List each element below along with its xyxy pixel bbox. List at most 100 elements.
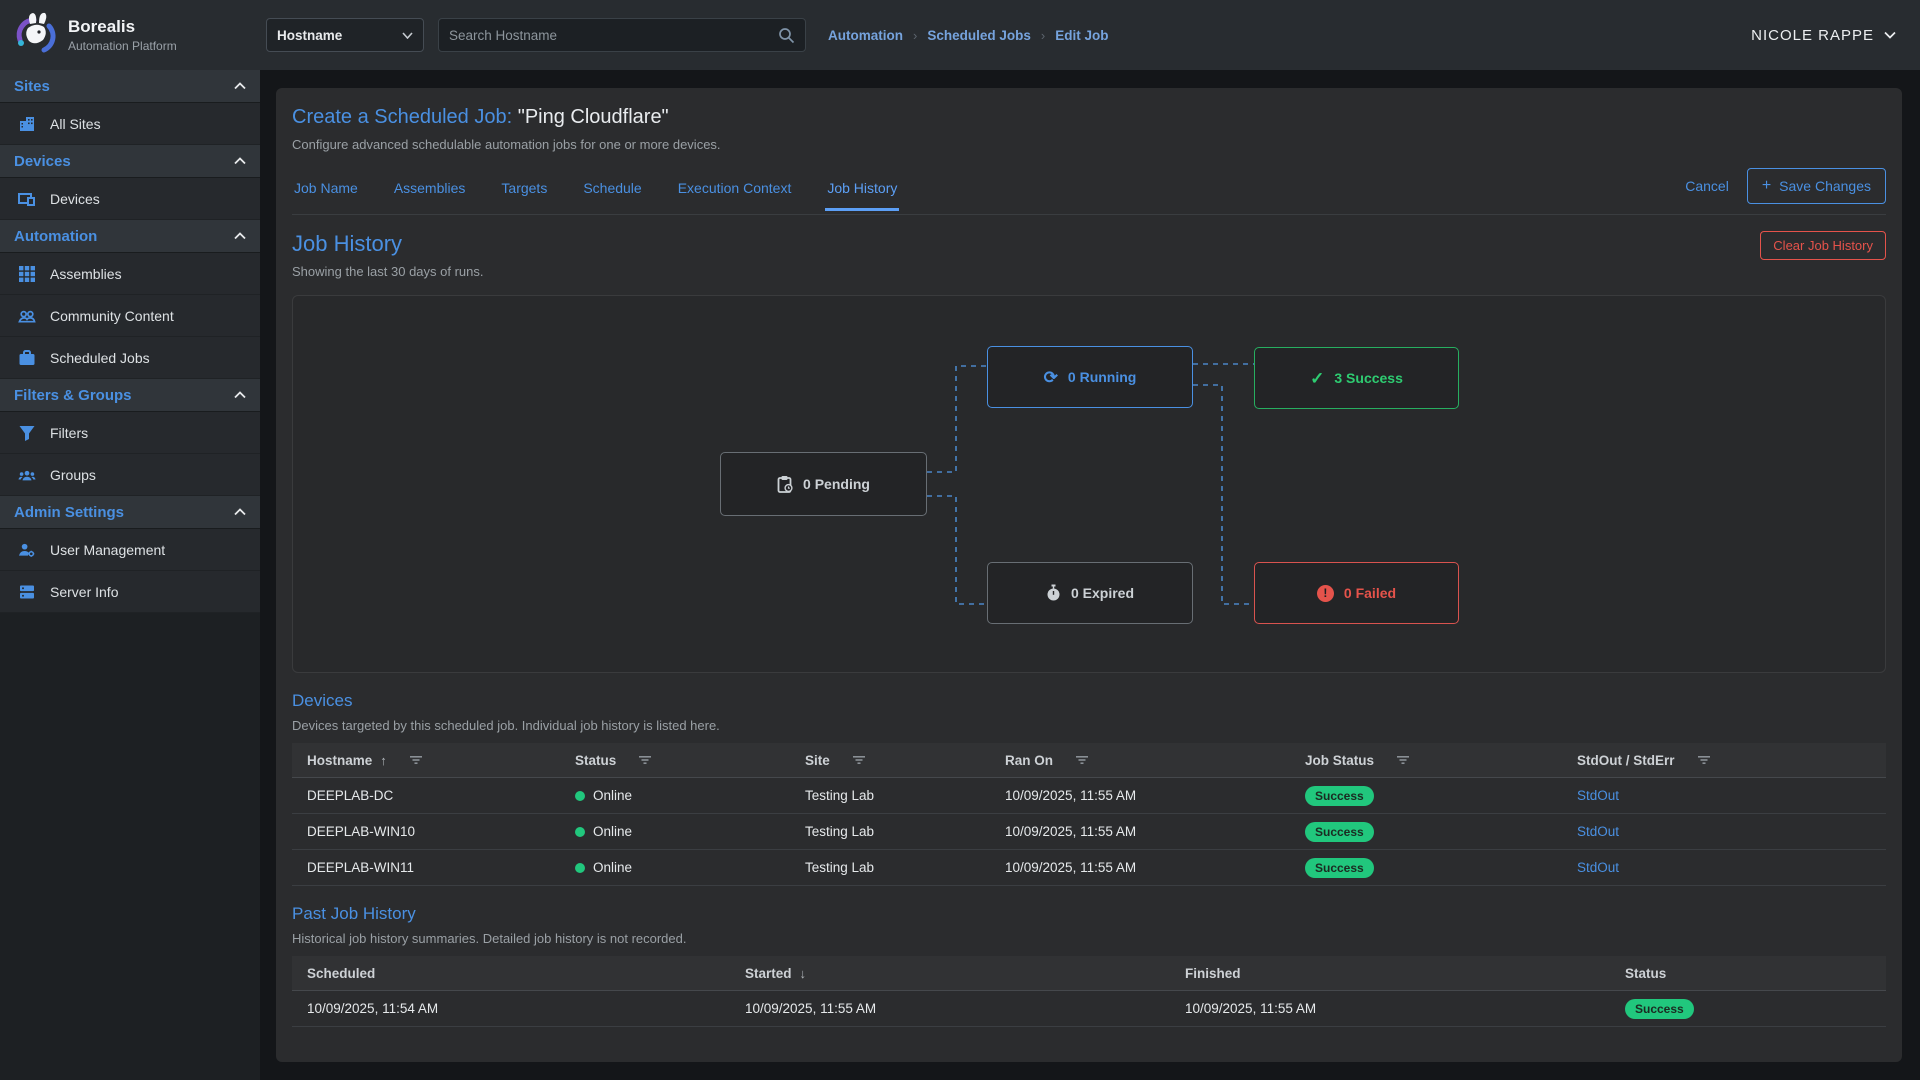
sidebar-item-assemblies[interactable]: Assemblies [0,253,260,295]
status-cell: Online [560,788,790,803]
tab-schedule[interactable]: Schedule [581,172,643,211]
stopwatch-icon [1046,584,1061,602]
cancel-button[interactable]: Cancel [1685,178,1729,194]
devices-heading: Devices [292,691,1886,711]
filter-menu-icon[interactable] [409,755,423,765]
sidebar-item-server-info[interactable]: Server Info [0,571,260,613]
sidebar: Sites All Sites Devices Devices Automa [0,70,260,1080]
hostname-cell: DEEPLAB-WIN11 [292,860,560,875]
table-row: DEEPLAB-WIN11 Online Testing Lab 10/09/2… [292,850,1886,886]
job-status-cell: Success [1290,822,1562,842]
breadcrumb-scheduled-jobs[interactable]: Scheduled Jobs [927,28,1031,43]
tab-job-name[interactable]: Job Name [292,172,360,211]
server-icon [18,583,36,601]
sidebar-section-admin-settings[interactable]: Admin Settings [0,496,260,529]
breadcrumb-automation[interactable]: Automation [828,28,903,43]
col-hostname[interactable]: Hostname ↑ [292,753,560,768]
table-row: DEEPLAB-WIN10 Online Testing Lab 10/09/2… [292,814,1886,850]
brand-area: Borealis Automation Platform [0,0,260,70]
sync-icon: ⟳ [1044,369,1058,386]
sidebar-section-devices[interactable]: Devices [0,145,260,178]
col-site[interactable]: Site [790,753,990,768]
node-success[interactable]: ✓ 3 Success [1254,347,1459,409]
save-changes-button[interactable]: + Save Changes [1747,168,1886,204]
node-pending[interactable]: 0 Pending [720,452,927,516]
past-job-history-heading: Past Job History [292,904,1886,924]
sidebar-item-devices[interactable]: Devices [0,178,260,220]
sidebar-section-automation[interactable]: Automation [0,220,260,253]
col-started[interactable]: Started ↓ [730,966,1170,981]
filter-menu-icon[interactable] [638,755,652,765]
devices-table-header: Hostname ↑ Status Site Ran On [292,743,1886,778]
status-badge: Success [1305,822,1374,842]
page-subtitle: Configure advanced schedulable automatio… [292,137,1886,152]
tab-bar: Job Name Assemblies Targets Schedule Exe… [292,168,1886,215]
job-history-heading: Job History [292,231,484,257]
edit-job-card: Create a Scheduled Job: "Ping Cloudflare… [276,88,1902,1062]
status-badge: Success [1305,858,1374,878]
search-box [438,18,806,52]
node-expired[interactable]: 0 Expired [987,562,1193,624]
brand-subtitle: Automation Platform [68,39,177,53]
stdout-cell: StdOut [1562,824,1886,839]
sidebar-item-groups[interactable]: Groups [0,454,260,496]
sidebar-section-filters-groups[interactable]: Filters & Groups [0,379,260,412]
sidebar-item-all-sites[interactable]: All Sites [0,103,260,145]
online-dot-icon [575,863,585,873]
clear-job-history-button[interactable]: Clear Job History [1760,231,1886,260]
hostname-select[interactable]: Hostname [266,18,424,52]
community-icon [18,307,36,325]
past-job-history-subheading: Historical job history summaries. Detail… [292,931,1886,946]
breadcrumb-edit-job[interactable]: Edit Job [1055,28,1108,43]
col-finished[interactable]: Finished [1170,966,1610,981]
col-stdout[interactable]: StdOut / StdErr [1562,753,1886,768]
node-running[interactable]: ⟳ 0 Running [987,346,1193,408]
finished-cell: 10/09/2025, 11:55 AM [1170,1001,1610,1016]
filter-menu-icon[interactable] [1075,755,1089,765]
sort-asc-icon: ↑ [380,753,387,768]
col-job-status[interactable]: Job Status [1290,753,1562,768]
col-status[interactable]: Status [560,753,790,768]
tab-execution-context[interactable]: Execution Context [676,172,794,211]
plus-icon: + [1762,177,1771,195]
job-status-cell: Success [1290,786,1562,806]
col-scheduled[interactable]: Scheduled [292,966,730,981]
filter-menu-icon[interactable] [1697,755,1711,765]
stdout-link[interactable]: StdOut [1577,860,1619,875]
table-row: 10/09/2025, 11:54 AM 10/09/2025, 11:55 A… [292,991,1886,1027]
tab-targets[interactable]: Targets [499,172,549,211]
col-status[interactable]: Status [1610,966,1886,981]
job-status-cell: Success [1290,858,1562,878]
page-title: Create a Scheduled Job: "Ping Cloudflare… [292,106,1886,129]
devices-icon [18,190,36,208]
sidebar-item-user-management[interactable]: User Management [0,529,260,571]
started-cell: 10/09/2025, 11:55 AM [730,1001,1170,1016]
sidebar-item-community-content[interactable]: Community Content [0,295,260,337]
ran-on-cell: 10/09/2025, 11:55 AM [990,860,1290,875]
breadcrumb-separator: › [1041,28,1045,43]
chevron-down-icon [1884,31,1896,39]
hostname-cell: DEEPLAB-DC [292,788,560,803]
chevron-down-icon [402,32,413,39]
stdout-link[interactable]: StdOut [1577,788,1619,803]
sidebar-item-filters[interactable]: Filters [0,412,260,454]
sidebar-item-scheduled-jobs[interactable]: Scheduled Jobs [0,337,260,379]
tab-assemblies[interactable]: Assemblies [392,172,468,211]
chevron-up-icon [234,391,246,399]
filter-menu-icon[interactable] [1396,755,1410,765]
stdout-link[interactable]: StdOut [1577,824,1619,839]
job-history-subheading: Showing the last 30 days of runs. [292,264,484,279]
filter-menu-icon[interactable] [852,755,866,765]
node-failed[interactable]: ! 0 Failed [1254,562,1459,624]
search-icon[interactable] [778,27,795,44]
error-icon: ! [1317,585,1334,602]
col-ran-on[interactable]: Ran On [990,753,1290,768]
sidebar-section-sites[interactable]: Sites [0,70,260,103]
status-cell: Success [1610,999,1886,1019]
app-root: Borealis Automation Platform Hostname Au… [0,0,1920,1080]
tab-job-history[interactable]: Job History [825,172,899,211]
online-dot-icon [575,827,585,837]
user-menu[interactable]: NICOLE RAPPE [1751,27,1896,44]
grid-icon [18,265,36,283]
search-input[interactable] [449,28,778,43]
